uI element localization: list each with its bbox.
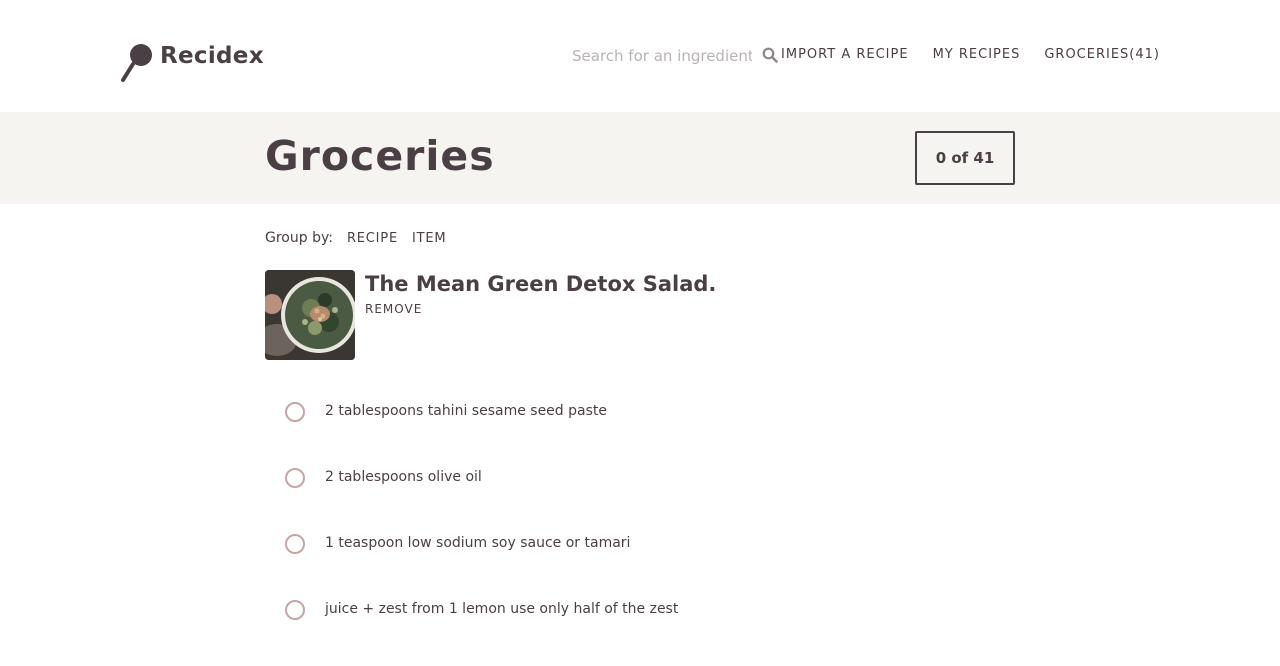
brand-logo[interactable]: Recidex bbox=[118, 40, 264, 86]
ingredient-checkbox[interactable] bbox=[285, 600, 305, 620]
frying-pan-icon bbox=[121, 44, 152, 82]
ingredient-text: 1 teaspoon low sodium soy sauce or tamar… bbox=[325, 535, 631, 551]
nav-my-recipes[interactable]: MY RECIPES bbox=[933, 47, 1021, 62]
ingredient-checkbox[interactable] bbox=[285, 468, 305, 488]
list-item: 1 teaspoon low sodium soy sauce or tamar… bbox=[285, 534, 678, 600]
group-by-recipe-option[interactable]: RECIPE bbox=[347, 231, 398, 246]
search-icon bbox=[762, 47, 778, 63]
list-item: juice + zest from 1 lemon use only half … bbox=[285, 600, 678, 666]
ingredient-text: juice + zest from 1 lemon use only half … bbox=[325, 601, 679, 617]
group-by-label: Group by: bbox=[265, 230, 333, 246]
salad-bowl-image bbox=[265, 270, 355, 360]
ingredient-list: 2 tablespoons tahini sesame seed paste 2… bbox=[285, 402, 678, 666]
groceries-content: Group by: RECIPE ITEM The Mean Green Det… bbox=[0, 204, 1280, 620]
main-nav: IMPORT A RECIPE MY RECIPES GROCERIES(41) bbox=[781, 47, 1160, 62]
list-item: 2 tablespoons tahini sesame seed paste bbox=[285, 402, 678, 468]
ingredient-checkbox[interactable] bbox=[285, 402, 305, 422]
ingredient-text: 2 tablespoons olive oil bbox=[325, 469, 482, 485]
ingredient-text: 2 tablespoons tahini sesame seed paste bbox=[325, 403, 607, 419]
page-banner: Groceries 0 of 41 bbox=[0, 112, 1280, 204]
remove-recipe-button[interactable]: REMOVE bbox=[365, 302, 422, 316]
brand-name: Recidex bbox=[160, 43, 264, 69]
group-by-control: Group by: RECIPE ITEM bbox=[265, 230, 446, 246]
ingredient-checkbox[interactable] bbox=[285, 534, 305, 554]
recipe-group: The Mean Green Detox Salad. REMOVE bbox=[265, 270, 716, 360]
recipe-info: The Mean Green Detox Salad. REMOVE bbox=[365, 270, 716, 360]
recipe-thumbnail[interactable] bbox=[265, 270, 355, 360]
list-item: 2 tablespoons olive oil bbox=[285, 468, 678, 534]
search-input[interactable] bbox=[568, 47, 752, 65]
checked-counter-badge[interactable]: 0 of 41 bbox=[915, 131, 1015, 185]
nav-groceries[interactable]: GROCERIES(41) bbox=[1044, 47, 1160, 62]
search-button[interactable] bbox=[762, 47, 778, 67]
nav-import-recipe[interactable]: IMPORT A RECIPE bbox=[781, 47, 909, 62]
group-by-item-option[interactable]: ITEM bbox=[412, 231, 446, 246]
site-header: Recidex IMPORT A RECIPE MY RECIPES GROCE… bbox=[0, 0, 1280, 112]
recipe-title[interactable]: The Mean Green Detox Salad. bbox=[365, 272, 716, 296]
search-bar bbox=[568, 40, 782, 72]
page-title: Groceries bbox=[265, 132, 495, 180]
